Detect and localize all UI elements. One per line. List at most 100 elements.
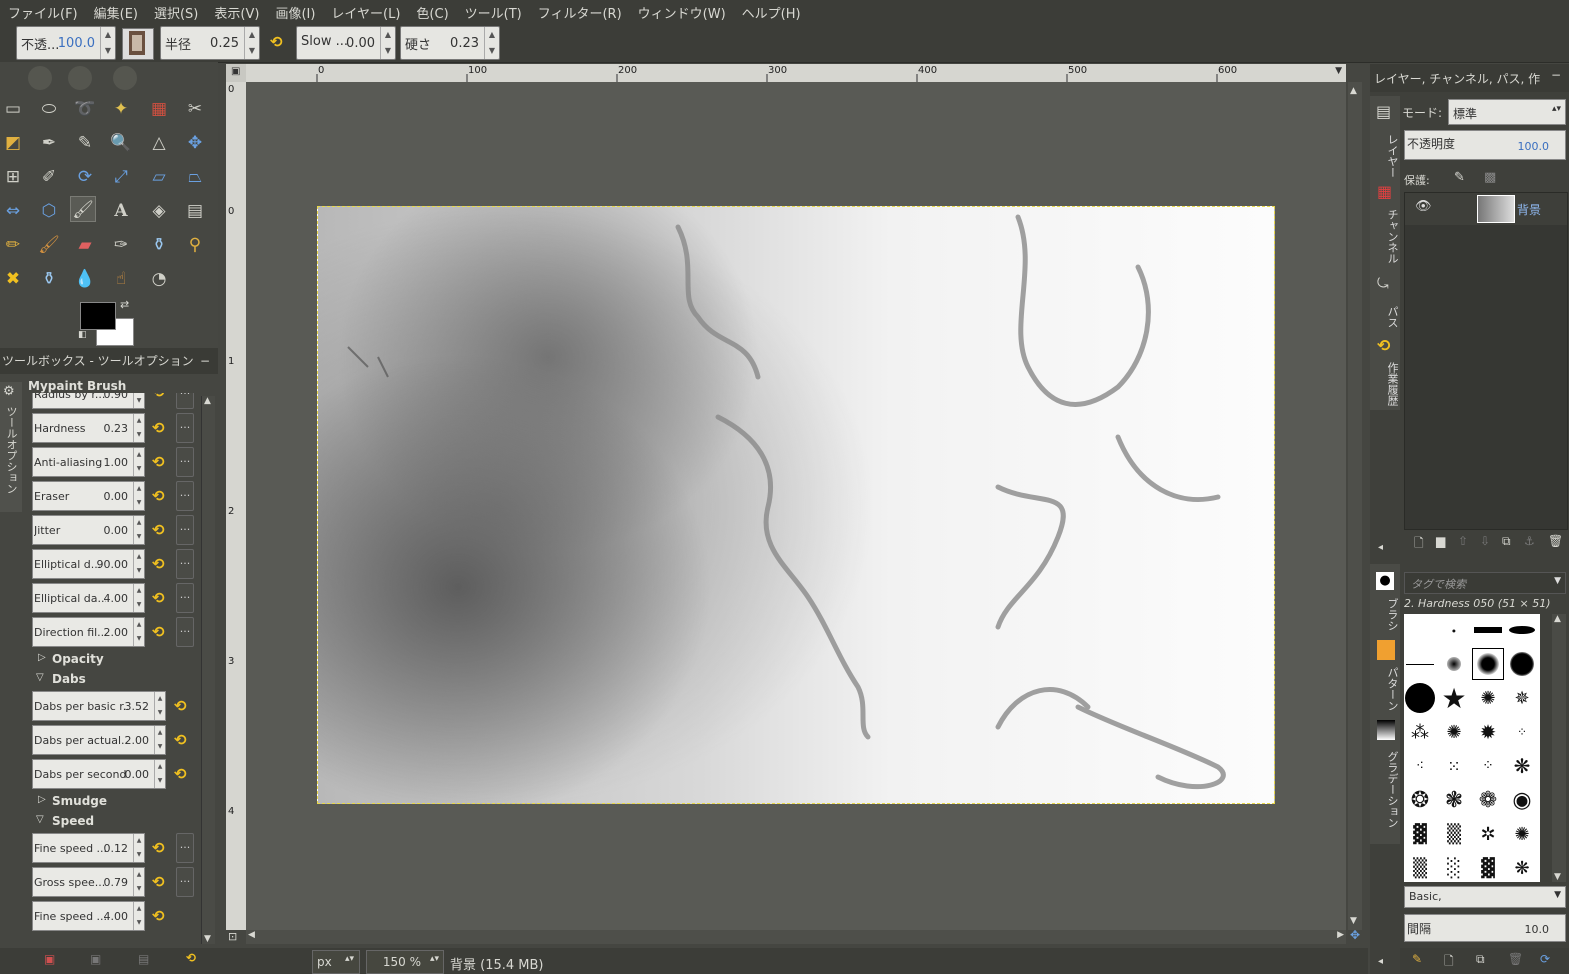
brush-cell[interactable]: ▓ <box>1404 818 1436 850</box>
scroll-down-icon[interactable]: ▼ <box>204 934 211 944</box>
fine-speed-gamma-slider[interactable]: Fine speed ... 4.00 ▲ ▼ <box>32 901 145 931</box>
reset-icon[interactable]: ⟲ <box>174 765 187 783</box>
heal-icon[interactable]: ✖ <box>0 266 26 292</box>
unit-selector[interactable]: px ▴▾ <box>312 950 360 974</box>
tool-options-scrollbar[interactable]: ▲ ▼ <box>201 396 215 944</box>
align-icon[interactable]: ⊞ <box>0 164 26 190</box>
tab-undo-history[interactable]: 作業履歴 <box>1370 360 1400 408</box>
menu-tools[interactable]: ツール(T) <box>457 3 530 22</box>
brush-cell-selected[interactable] <box>1472 648 1504 680</box>
image-canvas[interactable] <box>317 206 1275 804</box>
crop-icon[interactable]: ✐ <box>36 164 62 190</box>
anti-aliasing-slider[interactable]: Anti-aliasing 1.00 ▲ ▼ <box>32 447 145 477</box>
spin-arrows-icon[interactable]: ▲▼ <box>133 448 144 476</box>
brush-cell[interactable]: ✺ <box>1438 716 1470 748</box>
fine-speed-filter-slider[interactable]: Fine speed ... 0.12 ▲ ▼ <box>32 833 145 863</box>
radius-by-random-slider[interactable]: Radius by r...0.90 ▲▼ <box>32 393 145 409</box>
new-layer-group-icon[interactable]: ▆ <box>1436 534 1445 548</box>
tab-paths[interactable]: パス <box>1370 300 1400 334</box>
spin-arrows-icon[interactable]: ▲▼ <box>133 834 144 862</box>
section-dabs[interactable]: Dabs <box>52 672 86 686</box>
brush-cell[interactable]: ░ <box>1438 852 1470 882</box>
brush-cell[interactable] <box>1404 614 1436 646</box>
brush-cell[interactable] <box>1506 614 1538 646</box>
panel-menu-icon[interactable]: − <box>200 348 210 374</box>
scroll-up-icon[interactable]: ▲ <box>204 396 211 406</box>
brush-grid-scrollbar[interactable]: ▲ ▼ <box>1552 614 1566 882</box>
menu-view[interactable]: 表示(V) <box>206 3 267 22</box>
radius-spinbox[interactable]: 半径 0.25 ▲ ▼ <box>160 26 260 60</box>
raise-layer-icon[interactable]: ⇧ <box>1458 534 1468 548</box>
new-layer-icon[interactable]: 🗋 <box>1414 534 1424 555</box>
save-options-icon[interactable]: ▣ <box>44 952 55 966</box>
patterns-tab-icon[interactable] <box>1377 640 1395 660</box>
smudge-icon[interactable]: ☝ <box>108 266 134 292</box>
brush-cell[interactable] <box>1472 614 1504 646</box>
spin-arrows-icon[interactable]: ▲▼ <box>133 550 144 578</box>
eraser-icon[interactable]: ▰ <box>72 232 98 258</box>
more-button[interactable]: ... <box>176 515 194 545</box>
delete-layer-icon[interactable]: 🗑 <box>1548 534 1563 548</box>
brush-preview-icon[interactable] <box>122 28 154 60</box>
bucket-fill-icon[interactable]: ◈ <box>146 198 172 224</box>
duplicate-brush-icon[interactable]: ⧉ <box>1476 952 1485 967</box>
scroll-up-icon[interactable]: ▲ <box>1350 86 1357 96</box>
brush-cell[interactable]: ⁖ <box>1404 750 1436 782</box>
reset-icon[interactable]: ⟲ <box>152 907 165 925</box>
blur-icon[interactable]: 💧 <box>72 266 98 292</box>
reset-icon[interactable]: ⟲ <box>174 697 187 715</box>
more-button[interactable]: ... <box>176 481 194 511</box>
spin-arrows-icon[interactable]: ▲▼ <box>100 27 115 59</box>
delete-options-icon[interactable]: ▤ <box>138 952 149 966</box>
rotate-icon[interactable]: ⟳ <box>72 164 98 190</box>
jitter-slider[interactable]: Jitter 0.00 ▲ ▼ <box>32 515 145 545</box>
more-button[interactable]: ... <box>176 833 194 863</box>
gradients-tab-icon[interactable] <box>1377 720 1395 740</box>
brush-cell[interactable] <box>1404 682 1436 714</box>
dabs-per-second-slider[interactable]: Dabs per second 0.00 ▲ ▼ <box>32 759 166 789</box>
tab-gradients[interactable]: グラデーション <box>1370 744 1400 834</box>
hardness-slider[interactable]: Hardness 0.23 ▲ ▼ <box>32 413 145 443</box>
paths-tab-icon[interactable]: ⤿ <box>1377 276 1389 292</box>
scale-icon[interactable]: ⤢ <box>108 164 134 190</box>
airbrush-icon[interactable]: ✑ <box>108 232 134 258</box>
more-button[interactable]: ... <box>176 549 194 579</box>
lock-alpha-icon[interactable]: ▩ <box>1484 170 1496 185</box>
zoom-fit-icon[interactable]: ✥ <box>1350 928 1360 942</box>
brush-tag-filter[interactable]: タグで検索 ▼ <box>1404 572 1566 594</box>
brush-cell[interactable]: ★ <box>1438 682 1470 715</box>
channels-tab-icon[interactable]: ▦ <box>1377 182 1392 201</box>
vertical-scrollbar[interactable]: ▲ ▼ <box>1348 82 1362 930</box>
chevron-down-icon[interactable]: ▼ <box>1554 576 1561 586</box>
brush-cell[interactable]: ❋ <box>1506 750 1538 782</box>
elliptical-dab-ratio-slider[interactable]: Elliptical da... 4.00 ▲ ▼ <box>32 583 145 613</box>
menu-select[interactable]: 選択(S) <box>146 3 206 22</box>
shear-icon[interactable]: ▱ <box>146 164 172 190</box>
brush-cell[interactable]: ❂ <box>1404 784 1436 816</box>
spin-arrows-icon[interactable]: ▲▼ <box>133 618 144 646</box>
spin-arrows-icon[interactable]: ▲▼ <box>133 482 144 510</box>
duplicate-layer-icon[interactable]: ⧉ <box>1502 534 1511 549</box>
brush-cell[interactable]: ✺ <box>1472 682 1504 714</box>
spin-arrows-icon[interactable]: ▲▼ <box>133 414 144 442</box>
scissors-icon[interactable]: ✂ <box>182 96 208 122</box>
brush-cell[interactable]: ▓ <box>1472 852 1504 882</box>
navigate-icon[interactable]: ⊡ <box>228 930 237 943</box>
spin-arrows-icon[interactable]: ▲▼ <box>154 692 165 720</box>
expander-expanded-icon[interactable]: ▽ <box>36 672 44 683</box>
blend-icon[interactable]: ▤ <box>182 198 208 224</box>
mode-dropdown[interactable]: 標準 ▴▾ <box>1448 99 1566 125</box>
brush-cell[interactable]: ❁ <box>1472 784 1504 816</box>
flip-icon[interactable]: ⇔ <box>0 198 26 224</box>
menu-layer[interactable]: レイヤー(L) <box>323 3 408 22</box>
dabs-per-basic-radius-slider[interactable]: Dabs per basic r... 3.52 ▲ ▼ <box>32 691 166 721</box>
delete-brush-icon[interactable]: 🗑 <box>1508 952 1523 966</box>
reset-icon[interactable]: ⟲ <box>152 487 165 505</box>
brush-cell[interactable] <box>1506 648 1538 680</box>
paths-icon[interactable]: ✒ <box>36 130 62 156</box>
expander-collapsed-icon[interactable]: ▷ <box>38 652 46 663</box>
hardness-spinbox[interactable]: 硬さ 0.23 ▲ ▼ <box>400 26 500 60</box>
color-picker-icon[interactable]: ✎ <box>72 130 98 156</box>
spin-arrows-icon[interactable]: ▲▼ <box>133 584 144 612</box>
brushes-tab-icon[interactable]: ● <box>1376 572 1394 590</box>
